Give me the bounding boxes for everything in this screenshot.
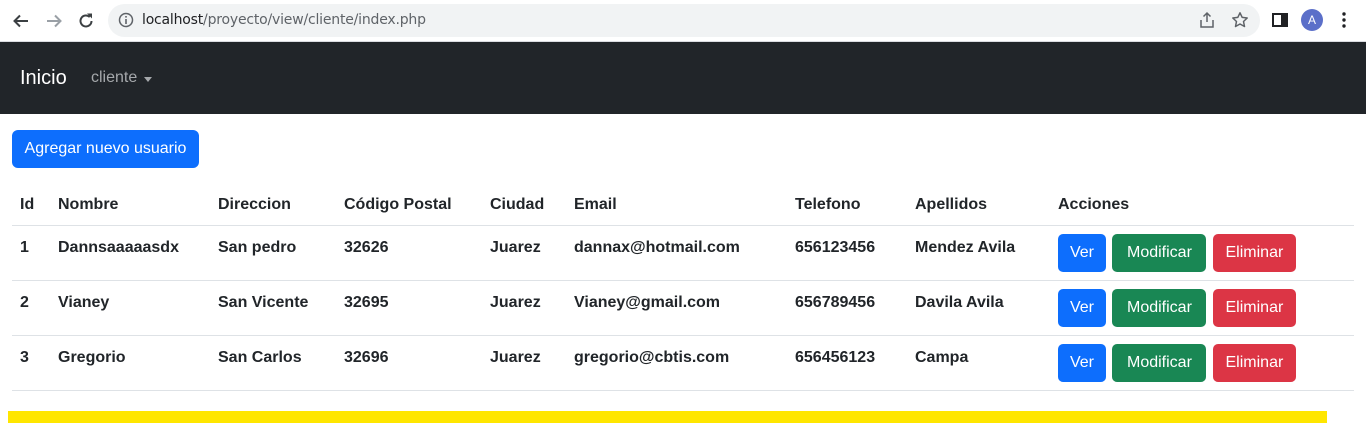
info-icon[interactable] xyxy=(118,12,134,28)
side-panel-icon[interactable] xyxy=(1270,10,1290,30)
modificar-button[interactable]: Modificar xyxy=(1112,343,1207,382)
app-navbar: Inicio cliente xyxy=(0,42,1366,114)
navbar-brand[interactable]: Inicio xyxy=(20,67,67,90)
cell-email: gregorio@cbtis.com xyxy=(574,348,730,366)
header-direccion: Direccion xyxy=(210,185,336,226)
address-bar[interactable]: localhost/proyecto/view/cliente/index.ph… xyxy=(108,4,1260,37)
cell-nombre: Gregorio xyxy=(58,348,126,366)
forward-icon[interactable] xyxy=(42,9,66,33)
eliminar-button[interactable]: Eliminar xyxy=(1212,288,1296,327)
header-apellidos: Apellidos xyxy=(907,185,1050,226)
cell-direccion: San pedro xyxy=(218,238,297,256)
accent-bar xyxy=(8,411,1327,423)
cell-telefono: 656789456 xyxy=(795,293,876,311)
cell-nombre: Vianey xyxy=(58,293,110,311)
cell-id: 2 xyxy=(20,293,29,311)
header-ciudad: Ciudad xyxy=(482,185,566,226)
cell-email: dannax@hotmail.com xyxy=(574,238,740,256)
cell-id: 3 xyxy=(20,348,29,366)
table-header-row: Id Nombre Direccion Código Postal Ciudad… xyxy=(12,185,1354,226)
profile-avatar[interactable]: A xyxy=(1301,9,1323,31)
cell-nombre: Dannsaaaaasdx xyxy=(58,238,179,256)
browser-toolbar: localhost/proyecto/view/cliente/index.ph… xyxy=(0,0,1366,42)
share-icon[interactable] xyxy=(1198,11,1216,29)
cell-email: Vianey@gmail.com xyxy=(574,293,721,311)
cell-apellidos: Campa xyxy=(915,348,969,366)
cell-acciones: Ver Modificar Eliminar xyxy=(1050,335,1354,390)
header-acciones: Acciones xyxy=(1050,185,1354,226)
cell-apellidos: Mendez Avila xyxy=(915,238,1016,256)
url-path: /proyecto/view/cliente/index.php xyxy=(203,12,426,28)
url-host: localhost xyxy=(142,12,204,28)
cell-telefono: 656123456 xyxy=(795,238,876,256)
header-id: Id xyxy=(12,185,50,226)
header-telefono: Telefono xyxy=(787,185,907,226)
header-email: Email xyxy=(566,185,787,226)
cell-direccion: San Vicente xyxy=(218,293,309,311)
reload-icon[interactable] xyxy=(74,9,98,33)
cell-codigo-postal: 32696 xyxy=(344,348,389,366)
table-row: 2 Vianey San Vicente 32695 Juarez Vianey… xyxy=(12,280,1354,335)
cell-codigo-postal: 32626 xyxy=(344,238,389,256)
modificar-button[interactable]: Modificar xyxy=(1112,288,1207,327)
table-row: 3 Gregorio San Carlos 32696 Juarez grego… xyxy=(12,335,1354,390)
back-icon[interactable] xyxy=(9,9,33,33)
cell-telefono: 656456123 xyxy=(795,348,876,366)
cell-apellidos: Davila Avila xyxy=(915,293,1004,311)
caret-down-icon xyxy=(144,76,153,82)
table-row: 1 Dannsaaaaasdx San pedro 32626 Juarez d… xyxy=(12,225,1354,280)
cell-id: 1 xyxy=(20,238,29,256)
star-icon[interactable] xyxy=(1231,11,1249,29)
cell-ciudad: Juarez xyxy=(490,348,541,366)
header-nombre: Nombre xyxy=(50,185,210,226)
cell-acciones: Ver Modificar Eliminar xyxy=(1050,225,1354,280)
url-text: localhost/proyecto/view/cliente/index.ph… xyxy=(142,12,426,28)
ver-button[interactable]: Ver xyxy=(1058,288,1106,327)
modificar-button[interactable]: Modificar xyxy=(1112,233,1207,272)
eliminar-button[interactable]: Eliminar xyxy=(1212,343,1296,382)
clients-table: Id Nombre Direccion Código Postal Ciudad… xyxy=(12,185,1354,391)
cell-direccion: San Carlos xyxy=(218,348,302,366)
menu-icon[interactable] xyxy=(1334,10,1354,30)
ver-button[interactable]: Ver xyxy=(1058,233,1106,272)
cell-acciones: Ver Modificar Eliminar xyxy=(1050,280,1354,335)
cell-ciudad: Juarez xyxy=(490,293,541,311)
ver-button[interactable]: Ver xyxy=(1058,343,1106,382)
dropdown-label: cliente xyxy=(91,69,138,86)
add-user-button[interactable]: Agregar nuevo usuario xyxy=(12,130,199,168)
cell-ciudad: Juarez xyxy=(490,238,541,256)
header-codigo-postal: Código Postal xyxy=(336,185,482,226)
cell-codigo-postal: 32695 xyxy=(344,293,389,311)
eliminar-button[interactable]: Eliminar xyxy=(1212,233,1296,272)
cliente-dropdown[interactable]: cliente xyxy=(91,69,153,87)
